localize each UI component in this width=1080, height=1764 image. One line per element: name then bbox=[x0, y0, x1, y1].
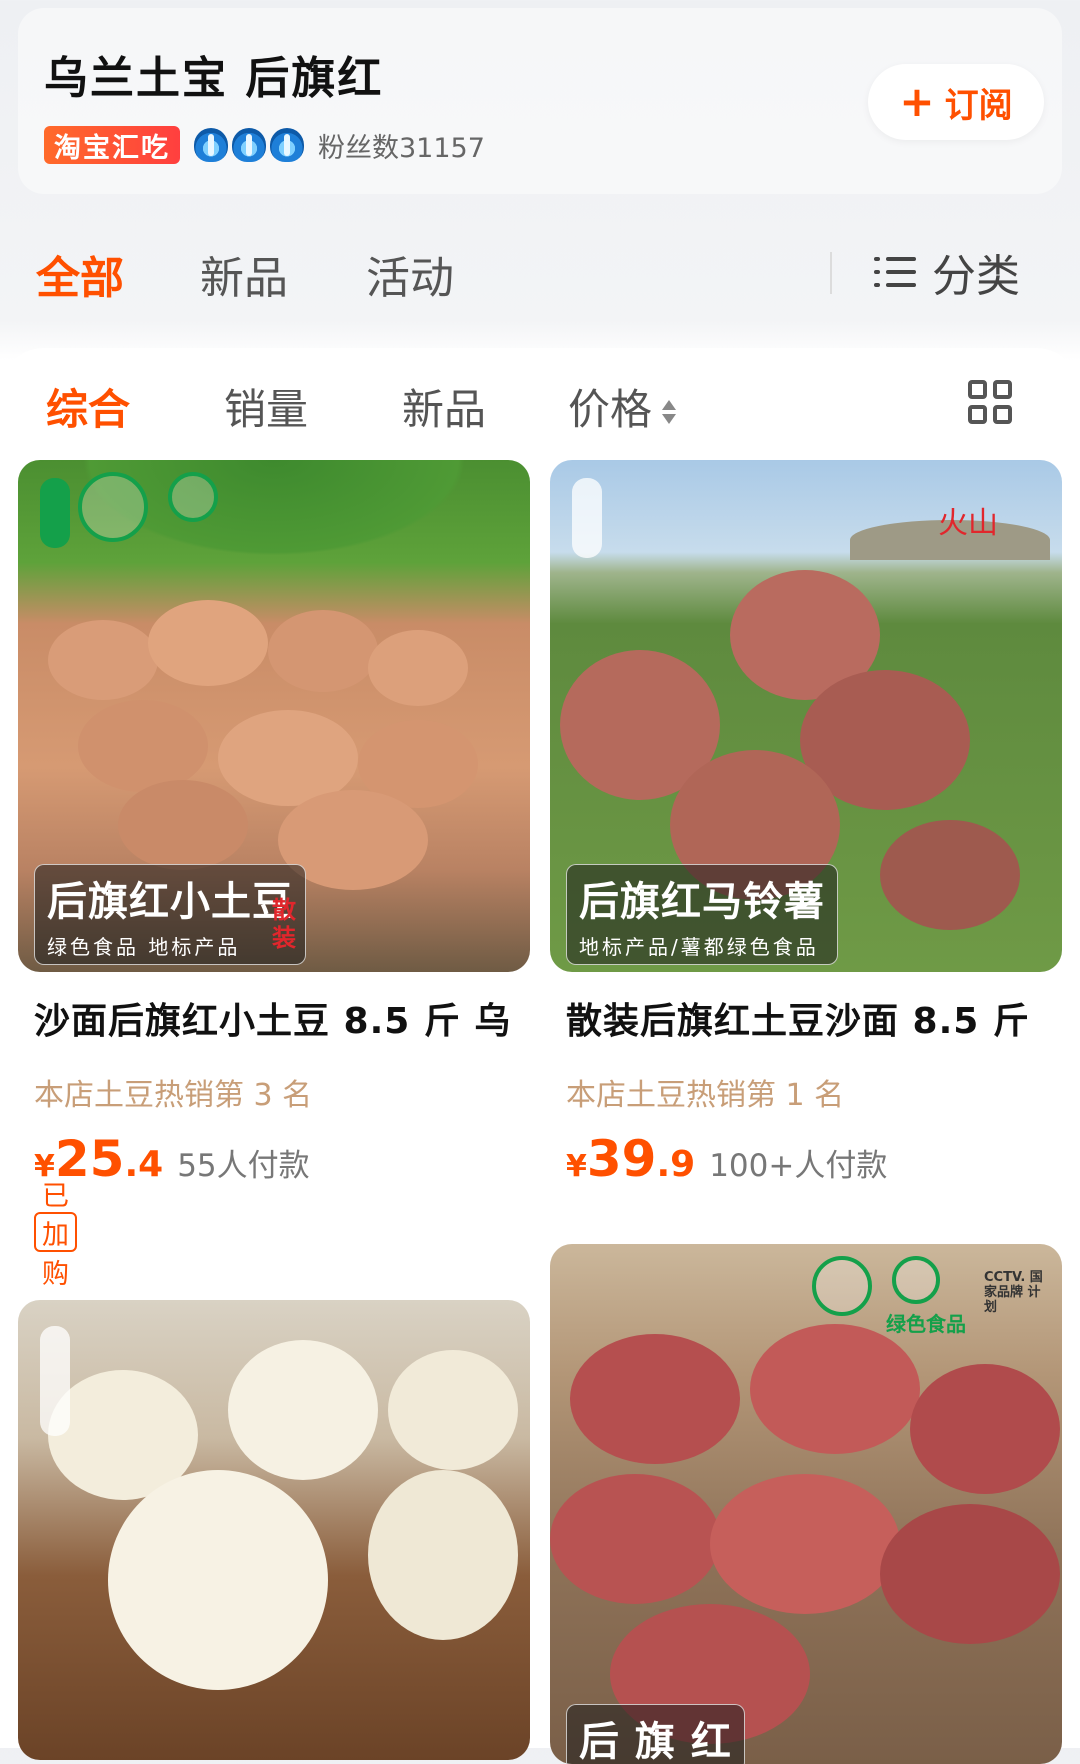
sort-sales[interactable]: 销量 bbox=[224, 376, 308, 437]
sales-count: 55人付款 bbox=[177, 1148, 310, 1184]
shop-tabs: 全部 新品 活动 分类 bbox=[0, 232, 1080, 312]
photo-banner-title: 后旗红小土豆 bbox=[47, 878, 293, 925]
shop-level-crowns bbox=[194, 128, 304, 162]
price-decimal: .9 bbox=[656, 1144, 696, 1185]
sort-price[interactable]: 价格 bbox=[568, 376, 678, 437]
photo-banner: 后旗红小土豆 绿色食品 地标产品 bbox=[34, 864, 306, 965]
sort-bar: 综合 销量 新品 价格 bbox=[0, 348, 1080, 458]
shop-meta: 淘宝汇吃 粉丝数31157 bbox=[44, 124, 485, 166]
product-photo[interactable] bbox=[18, 1300, 530, 1760]
price-decimal: .4 bbox=[124, 1144, 164, 1185]
cctv-brand-text: CCTV. 国家品牌 计划 bbox=[984, 1270, 1043, 1315]
tab-all[interactable]: 全部 bbox=[36, 242, 124, 306]
crown-icon bbox=[194, 128, 228, 162]
subscribe-label: 订阅 bbox=[944, 85, 1013, 126]
brand-vertical-label bbox=[40, 1326, 70, 1436]
photo-banner: 后旗红马铃薯 地标产品/薯都绿色食品 bbox=[566, 864, 838, 965]
loose-tag: 散装 bbox=[272, 896, 296, 952]
photo-banner-subtitle: 地标产品/薯都绿色食品 bbox=[579, 935, 819, 959]
subscribe-button[interactable]: + 订阅 bbox=[868, 64, 1044, 140]
category-button[interactable]: 分类 bbox=[874, 240, 1020, 304]
certification-logo bbox=[78, 472, 148, 542]
green-food-text: 绿色食品 bbox=[886, 1312, 966, 1336]
platform-badge: 淘宝汇吃 bbox=[44, 126, 180, 164]
photo-banner-subtitle: 绿色食品 地标产品 bbox=[47, 935, 241, 959]
currency-symbol: ¥ bbox=[566, 1149, 587, 1184]
brand-vertical-label bbox=[40, 478, 70, 548]
category-label: 分类 bbox=[932, 251, 1020, 302]
sort-arrows-icon bbox=[660, 398, 678, 428]
certification-logo bbox=[812, 1256, 872, 1316]
green-food-logo bbox=[892, 1256, 940, 1304]
photo-banner-title: 后旗红马铃薯 bbox=[579, 878, 825, 925]
fan-count: 粉丝数31157 bbox=[318, 132, 485, 164]
sort-price-label: 价格 bbox=[568, 385, 653, 434]
grid-view-icon[interactable] bbox=[968, 380, 1014, 426]
volcano-text: 火山 bbox=[938, 506, 998, 541]
shop-header: 乌兰土宝 后旗红 淘宝汇吃 粉丝数31157 + 订阅 bbox=[18, 8, 1062, 194]
crown-icon bbox=[232, 128, 266, 162]
product-photo[interactable]: 火山 后旗红马铃薯 地标产品/薯都绿色食品 bbox=[550, 460, 1062, 972]
tab-divider bbox=[830, 252, 832, 294]
sort-overall[interactable]: 综合 bbox=[46, 376, 130, 437]
photo-banner-title: 后 旗 红 bbox=[579, 1718, 732, 1764]
green-food-logo bbox=[168, 472, 218, 522]
price-row: ¥ 39 .9 100+人付款 bbox=[566, 1130, 887, 1188]
sort-new[interactable]: 新品 bbox=[402, 376, 486, 437]
sales-count: 100+人付款 bbox=[709, 1148, 888, 1184]
price-row: ¥ 25 .4 55人付款 bbox=[34, 1130, 310, 1188]
crown-icon bbox=[270, 128, 304, 162]
tab-new[interactable]: 新品 bbox=[200, 242, 288, 306]
shop-name[interactable]: 乌兰土宝 后旗红 bbox=[44, 42, 383, 106]
product-rank: 本店土豆热销第 1 名 bbox=[566, 1078, 845, 1113]
price-integer: 39 bbox=[586, 1130, 657, 1188]
brand-vertical-label bbox=[572, 478, 602, 558]
plus-icon: + bbox=[899, 77, 935, 126]
product-rank: 本店土豆热销第 3 名 bbox=[34, 1078, 313, 1113]
list-icon bbox=[874, 255, 916, 289]
product-photo[interactable]: 后旗红小土豆 绿色食品 地标产品 散装 bbox=[18, 460, 530, 972]
product-title[interactable]: 沙面后旗红小土豆 8.5 斤 乌 bbox=[34, 992, 514, 1044]
tab-activity[interactable]: 活动 bbox=[366, 242, 454, 306]
photo-banner: 后 旗 红 bbox=[566, 1704, 745, 1764]
product-photo[interactable]: 绿色食品 CCTV. 国家品牌 计划 后 旗 红 bbox=[550, 1244, 1062, 1764]
added-to-cart-tag: 已加购 bbox=[34, 1181, 77, 1290]
product-title[interactable]: 散装后旗红土豆沙面 8.5 斤 bbox=[566, 992, 1046, 1044]
